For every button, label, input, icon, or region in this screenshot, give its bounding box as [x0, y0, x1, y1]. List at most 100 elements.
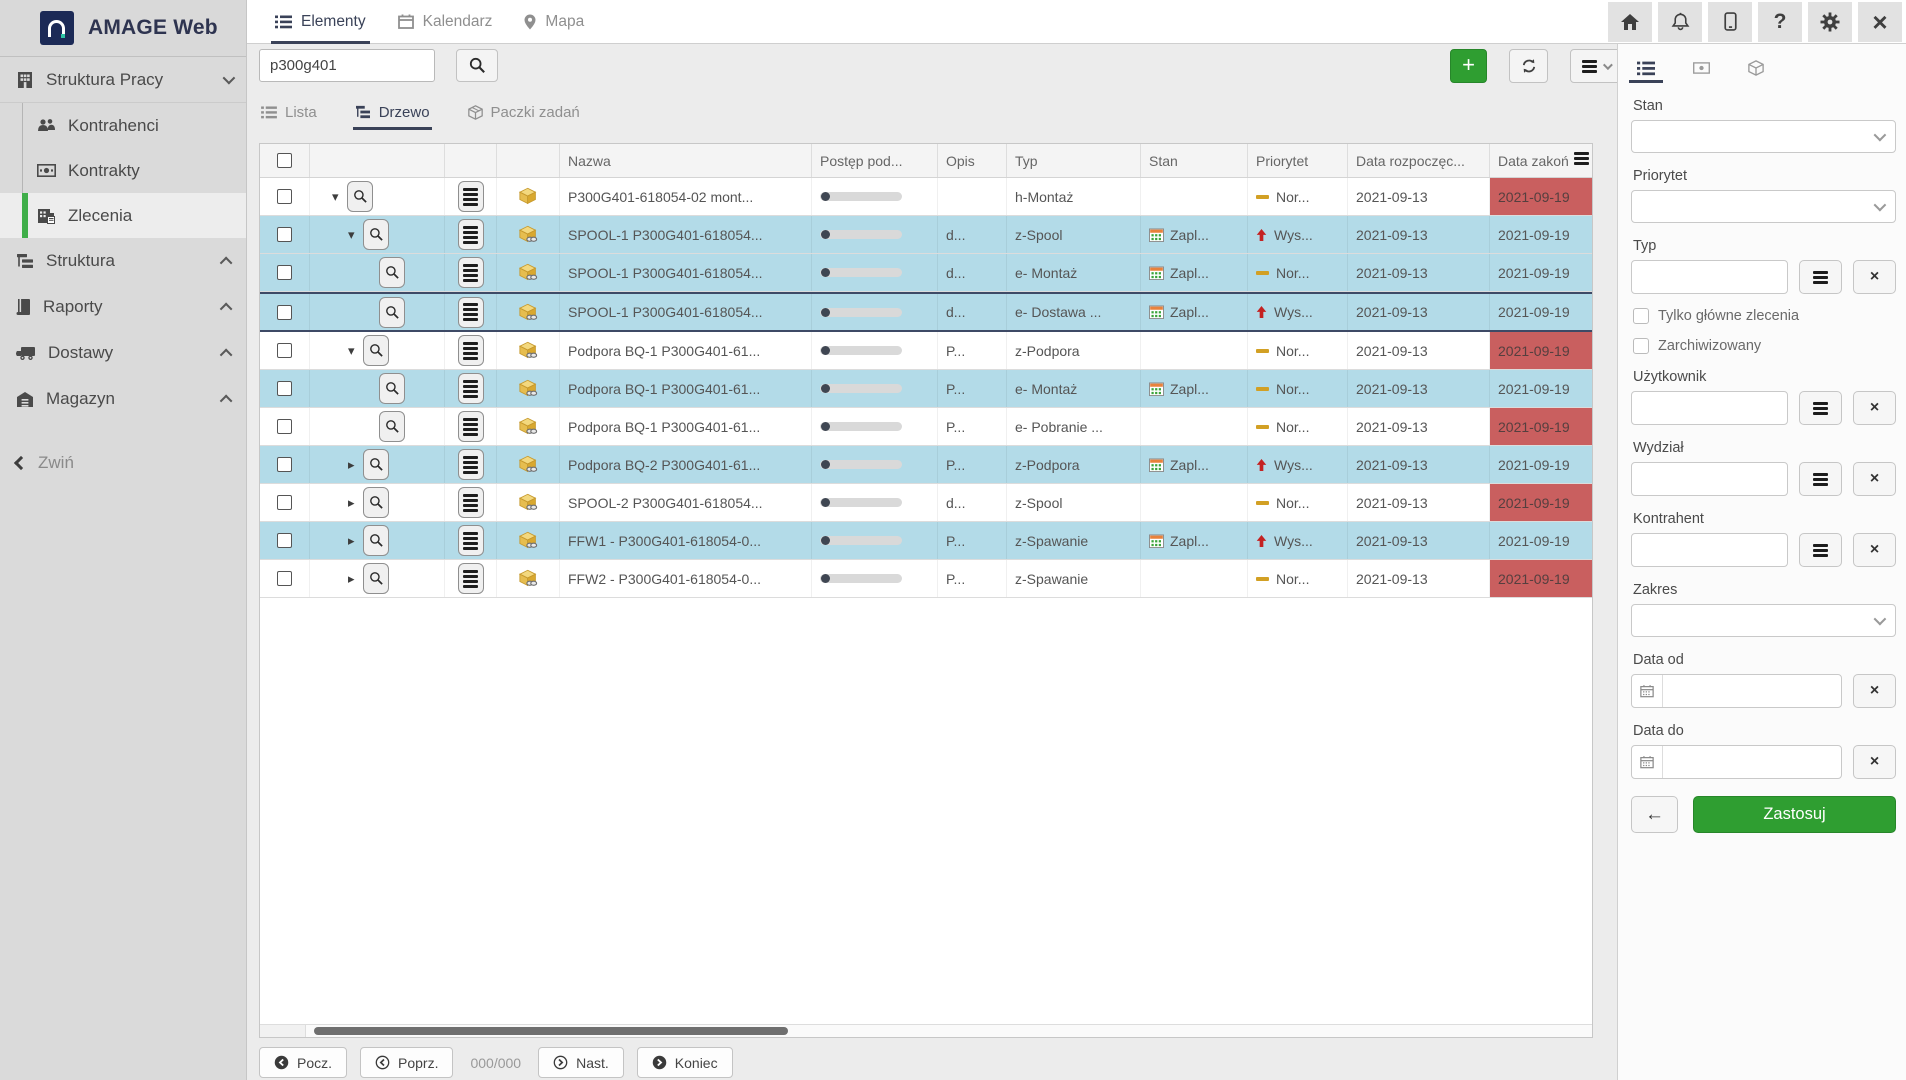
row-menu-button[interactable] [458, 297, 484, 328]
row-menu-button[interactable] [458, 563, 484, 594]
actions-menu-button[interactable] [1570, 49, 1622, 83]
table-row[interactable]: Podpora BQ-1 P300G401-61... P... e- Pobr… [260, 408, 1592, 446]
column-header-postep[interactable]: Postęp pod... [812, 144, 938, 177]
row-menu-button[interactable] [458, 525, 484, 556]
column-header-typ[interactable]: Typ [1007, 144, 1141, 177]
refresh-button[interactable] [1509, 49, 1548, 83]
row-menu-button[interactable] [458, 257, 484, 288]
help-button[interactable]: ? [1758, 2, 1802, 42]
table-row[interactable]: ▾ Podpora BQ-1 P300G401-61... P... [260, 332, 1592, 370]
typ-clear-button[interactable]: × [1853, 260, 1896, 294]
row-checkbox[interactable] [277, 533, 292, 548]
department-input[interactable] [1631, 462, 1788, 496]
row-checkbox[interactable] [277, 189, 292, 204]
sidebar-item-magazyn[interactable]: Magazyn [0, 376, 246, 422]
row-detail-button[interactable] [363, 335, 389, 366]
prev-page-button[interactable]: Poprz. [360, 1047, 453, 1078]
table-row[interactable]: SPOOL-1 P300G401-618054... d... e- Monta… [260, 254, 1592, 292]
column-header-nazwa[interactable]: Nazwa [560, 144, 812, 177]
home-button[interactable] [1608, 2, 1652, 42]
collapse-filters-button[interactable]: ← [1631, 796, 1678, 833]
sidebar-item-struktura-pracy[interactable]: Struktura Pracy [0, 57, 246, 103]
department-picker-button[interactable] [1799, 462, 1842, 496]
row-checkbox[interactable] [277, 419, 292, 434]
table-row[interactable]: SPOOL-1 P300G401-618054... d... e- Dosta… [260, 292, 1592, 332]
row-menu-button[interactable] [458, 335, 484, 366]
range-select[interactable] [1631, 604, 1896, 637]
archived-checkbox[interactable]: Zarchiwizowany [1633, 338, 1896, 354]
row-detail-button[interactable] [379, 373, 405, 404]
row-checkbox[interactable] [277, 381, 292, 396]
tab-drzewo[interactable]: Drzewo [353, 97, 432, 127]
search-input[interactable] [259, 49, 435, 82]
row-menu-button[interactable] [458, 219, 484, 250]
table-row[interactable]: ▸ Podpora BQ-2 P300G401-61... P... [260, 446, 1592, 484]
close-button[interactable]: × [1858, 2, 1902, 42]
table-row[interactable]: ▸ FFW2 - P300G401-618054-0... P... [260, 560, 1592, 598]
expander-icon[interactable]: ▾ [332, 189, 347, 205]
column-header-stan[interactable]: Stan [1141, 144, 1248, 177]
column-settings-button[interactable] [1574, 152, 1589, 165]
date-to-clear-button[interactable]: × [1853, 745, 1896, 779]
filter-tab-packages[interactable] [1742, 53, 1770, 83]
table-row[interactable]: ▸ FFW1 - P300G401-618054-0... P... [260, 522, 1592, 560]
row-checkbox[interactable] [277, 305, 292, 320]
table-row[interactable]: ▾ P300G401-618054-02 mont... h-Montaż [260, 178, 1592, 216]
column-header-data-rozpoczecia[interactable]: Data rozpoczęc... [1348, 144, 1490, 177]
row-menu-button[interactable] [458, 411, 484, 442]
row-detail-button[interactable] [363, 449, 389, 480]
sidebar-item-kontrakty[interactable]: Kontrakty [0, 148, 246, 193]
table-row[interactable]: Podpora BQ-1 P300G401-61... P... e- Mont… [260, 370, 1592, 408]
table-row[interactable]: ▸ SPOOL-2 P300G401-618054... d... [260, 484, 1592, 522]
row-detail-button[interactable] [363, 487, 389, 518]
expander-icon[interactable]: ▸ [348, 495, 363, 511]
tab-paczki-zadan[interactable]: Paczki zadań [466, 97, 582, 127]
sidebar-item-struktura[interactable]: Struktura [0, 238, 246, 284]
row-detail-button[interactable] [363, 563, 389, 594]
typ-input[interactable] [1631, 260, 1788, 294]
apply-button[interactable]: Zastosuj [1693, 796, 1896, 833]
tab-elementy[interactable]: Elementy [271, 0, 370, 44]
scrollbar-thumb[interactable] [314, 1027, 788, 1035]
row-detail-button[interactable] [379, 411, 405, 442]
row-detail-button[interactable] [363, 525, 389, 556]
row-menu-button[interactable] [458, 449, 484, 480]
filter-tab-finance[interactable] [1687, 53, 1716, 83]
user-input[interactable] [1631, 391, 1788, 425]
row-checkbox[interactable] [277, 343, 292, 358]
column-header-opis[interactable]: Opis [938, 144, 1007, 177]
sidebar-item-dostawy[interactable]: Dostawy [0, 330, 246, 376]
sidebar-item-zlecenia[interactable]: Zlecenia [0, 193, 246, 238]
contractor-clear-button[interactable]: × [1853, 533, 1896, 567]
row-detail-button[interactable] [363, 219, 389, 250]
expander-icon[interactable]: ▸ [348, 533, 363, 549]
main-orders-checkbox[interactable]: Tylko główne zlecenia [1633, 308, 1896, 324]
next-page-button[interactable]: Nast. [538, 1047, 624, 1078]
row-checkbox[interactable] [277, 227, 292, 242]
row-checkbox[interactable] [277, 265, 292, 280]
first-page-button[interactable]: Pocz. [259, 1047, 347, 1078]
priorytet-select[interactable] [1631, 190, 1896, 223]
last-page-button[interactable]: Koniec [637, 1047, 733, 1078]
user-clear-button[interactable]: × [1853, 391, 1896, 425]
department-clear-button[interactable]: × [1853, 462, 1896, 496]
expander-icon[interactable]: ▸ [348, 571, 363, 587]
row-detail-button[interactable] [379, 257, 405, 288]
mobile-button[interactable] [1708, 2, 1752, 42]
expander-icon[interactable]: ▾ [348, 343, 363, 359]
row-menu-button[interactable] [458, 181, 484, 212]
filter-tab-list[interactable] [1631, 53, 1661, 83]
notifications-button[interactable] [1658, 2, 1702, 42]
stan-select[interactable] [1631, 120, 1896, 153]
expander-icon[interactable]: ▾ [348, 227, 363, 243]
row-checkbox[interactable] [277, 495, 292, 510]
add-button[interactable]: + [1450, 49, 1487, 83]
row-checkbox[interactable] [277, 457, 292, 472]
row-checkbox[interactable] [277, 571, 292, 586]
row-menu-button[interactable] [458, 487, 484, 518]
typ-picker-button[interactable] [1799, 260, 1842, 294]
sidebar-item-kontrahenci[interactable]: Kontrahenci [0, 103, 246, 148]
horizontal-scrollbar[interactable] [260, 1024, 1592, 1037]
contractor-input[interactable] [1631, 533, 1788, 567]
select-all-checkbox[interactable] [277, 153, 292, 168]
